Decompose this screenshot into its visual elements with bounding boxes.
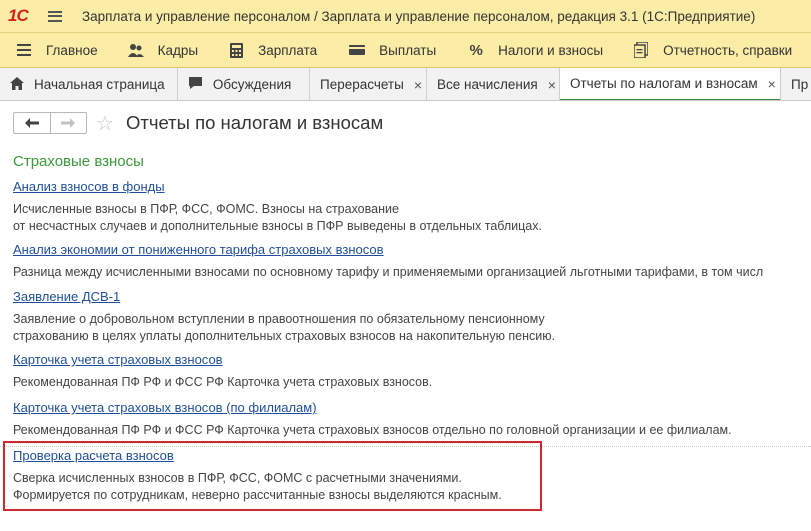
tab-label: Отчеты по налогам и взносам — [570, 76, 758, 91]
section-label: Зарплата — [258, 42, 318, 58]
report-link[interactable]: Карточка учета страховых взносов — [13, 351, 432, 368]
report-description: Разница между исчисленными взносами по о… — [13, 265, 764, 279]
app-logo: 1С — [8, 6, 29, 25]
section-taxes[interactable]: % Налоги и взносы — [468, 33, 604, 67]
section-heading: Страховые взносы — [13, 153, 144, 170]
close-tab-icon[interactable]: × — [414, 77, 422, 93]
forward-button[interactable] — [49, 113, 87, 133]
report-link[interactable]: Карточка учета страховых взносов (по фил… — [13, 399, 732, 416]
section-reports[interactable]: Отчетность, справки — [633, 33, 793, 67]
menu-icon — [16, 42, 32, 58]
close-tab-icon[interactable]: × — [768, 76, 776, 92]
section-label: Налоги и взносы — [498, 42, 604, 58]
arrow-right-icon — [61, 118, 76, 128]
section-salary[interactable]: Зарплата — [228, 33, 318, 67]
page-title: Отчеты по налогам и взносам — [126, 112, 384, 133]
report-item: Заявление ДСВ-1 Заявление о добровольном… — [13, 288, 555, 345]
tab-label: Начальная страница — [34, 77, 165, 92]
arrow-left-icon — [24, 118, 39, 128]
tab-recalculations[interactable]: Перерасчеты × — [310, 68, 427, 100]
report-link[interactable]: Анализ экономии от пониженного тарифа ст… — [13, 241, 763, 258]
report-link[interactable]: Заявление ДСВ-1 — [13, 288, 555, 305]
wallet-icon — [349, 42, 366, 58]
tab-label: Перерасчеты — [320, 77, 404, 92]
highlight-frame — [3, 441, 542, 511]
report-description: Заявление о добровольном вступлении в пр… — [13, 312, 556, 343]
back-button[interactable] — [14, 113, 50, 133]
tab-label: Пр — [791, 77, 809, 92]
tab-all-accruals[interactable]: Все начисления × — [427, 68, 560, 100]
title-bar: 1С Зарплата и управление персоналом / За… — [0, 0, 811, 33]
report-link[interactable]: Анализ взносов в фонды — [13, 178, 542, 195]
reports-icon — [633, 42, 649, 58]
chat-icon — [188, 76, 203, 93]
tab-label: Все начисления — [437, 77, 538, 92]
navigation-buttons — [13, 112, 87, 134]
section-label: Выплаты — [379, 42, 437, 58]
section-label: Кадры — [157, 42, 199, 58]
report-item: Карточка учета страховых взносов (по фил… — [13, 399, 732, 439]
report-description: Рекомендованная ПФ РФ и ФСС РФ Карточка … — [13, 375, 433, 389]
percent-icon: % — [469, 41, 483, 59]
section-main[interactable]: Главное — [16, 33, 98, 67]
open-tabs-bar: Начальная страница Обсуждения Перерасчет… — [0, 68, 811, 101]
tab-home[interactable]: Начальная страница — [0, 68, 178, 100]
report-item: Анализ взносов в фонды Исчисленные взнос… — [13, 178, 542, 235]
report-description: Рекомендованная ПФ РФ и ФСС РФ Карточка … — [13, 423, 732, 437]
report-item: Карточка учета страховых взносов Рекомен… — [13, 351, 432, 391]
calculator-icon — [228, 42, 244, 58]
people-icon — [127, 42, 144, 58]
sections-panel: Главное Кадры Зарплата Выплаты % Налоги … — [0, 33, 811, 68]
section-hr[interactable]: Кадры — [127, 33, 199, 67]
favorite-star-icon[interactable]: ☆ — [96, 111, 114, 136]
window-title: Зарплата и управление персоналом / Зарпл… — [82, 8, 756, 24]
tab-tax-reports[interactable]: Отчеты по налогам и взносам × — [560, 68, 781, 100]
home-icon — [10, 76, 24, 93]
report-description: Исчисленные взносы в ПФР, ФСС, ФОМС. Взн… — [13, 202, 542, 233]
tab-more[interactable]: Пр — [781, 68, 811, 100]
main-menu-icon[interactable] — [48, 10, 62, 22]
section-payments[interactable]: Выплаты — [349, 33, 437, 67]
close-tab-icon[interactable]: × — [548, 77, 556, 93]
section-label: Отчетность, справки — [663, 42, 793, 58]
section-label: Главное — [46, 42, 98, 58]
report-item: Анализ экономии от пониженного тарифа ст… — [13, 241, 763, 281]
tab-label: Обсуждения — [212, 77, 292, 92]
tab-discussions[interactable]: Обсуждения — [177, 68, 310, 100]
